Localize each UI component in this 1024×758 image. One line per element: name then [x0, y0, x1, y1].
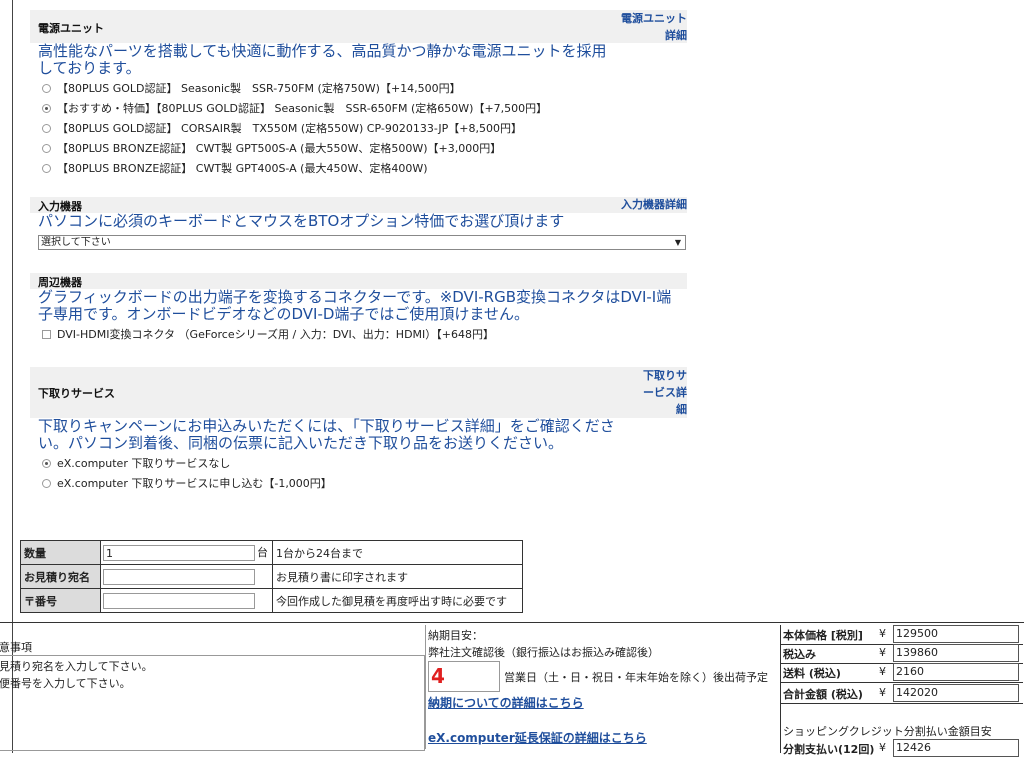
- tradein-heading: 下取りサービス: [38, 387, 115, 400]
- yen-sign: ¥: [879, 627, 886, 640]
- power-detail-link[interactable]: 電源ユニット 詳細: [621, 10, 687, 44]
- input-detail-link[interactable]: 入力機器詳細: [621, 196, 687, 213]
- radio-button[interactable]: [42, 479, 51, 488]
- delivery-days: 4: [428, 661, 500, 692]
- tradein-section: 下取りサービス 下取りサ ービス詳 細 下取りキャンペーンにお申込みいただくには…: [30, 367, 687, 494]
- total-label: 合計金額 (税込): [783, 688, 863, 701]
- power-header: 電源ユニット 電源ユニット 詳細: [30, 10, 687, 43]
- postal-note: 今回作成した御見積を再度呼出す時に必要です: [272, 588, 523, 613]
- price-row-tax: 税込み ¥ 139860: [781, 644, 1023, 664]
- power-option-label: 【80PLUS BRONZE認証】 CWT製 GPT400S-A (最大450W…: [57, 162, 428, 175]
- yen-sign: ¥: [879, 686, 886, 699]
- radio-button[interactable]: [42, 84, 51, 93]
- power-option[interactable]: 【80PLUS GOLD認証】 Seasonic製 SSR-750FM (定格7…: [30, 79, 687, 99]
- tradein-option-label: eX.computer 下取りサービスなし: [57, 457, 231, 470]
- installment-value: 12426: [893, 739, 1019, 757]
- peripheral-option[interactable]: DVI-HDMI変換コネクタ （GeForceシリーズ用 / 入力：DVI、出力…: [30, 325, 687, 345]
- delivery-detail-link[interactable]: 納期についての詳細はこちら: [428, 694, 584, 711]
- postal-label: 〒番号: [20, 588, 101, 613]
- input-heading: 入力機器: [38, 200, 82, 213]
- delivery-label: 納期目安：: [428, 629, 483, 642]
- power-option-label: 【80PLUS GOLD認証】 Seasonic製 SSR-750FM (定格7…: [57, 82, 461, 95]
- delivery-condition: 弊社注文確認後（銀行振込はお振込み確認後）: [428, 646, 659, 659]
- postal-input[interactable]: [103, 592, 255, 609]
- power-section: 電源ユニット 電源ユニット 詳細 高性能なパーツを搭載しても快適に動作する、高品…: [30, 10, 687, 179]
- yen-sign: ¥: [879, 665, 886, 678]
- radio-button[interactable]: [42, 124, 51, 133]
- warranty-detail-link[interactable]: eX.computer延長保証の詳細はこちら: [428, 729, 647, 746]
- price-row-total: 合計金額 (税込) ¥ 142020: [781, 684, 1023, 704]
- notes-title: 注意事項: [0, 641, 32, 654]
- credit-label: ショッピングクレジット分割払い金額目安: [783, 725, 992, 738]
- peripheral-options: DVI-HDMI変換コネクタ （GeForceシリーズ用 / 入力：DVI、出力…: [30, 325, 687, 345]
- input-description: パソコンに必須のキーボードとマウスをBTOオプション特価でお選び頂けます: [38, 212, 565, 230]
- tradein-header: 下取りサービス 下取りサ ービス詳 細: [30, 367, 687, 418]
- quantity-input[interactable]: 1: [103, 545, 255, 561]
- power-option[interactable]: 【おすすめ・特価】【80PLUS GOLD認証】 Seasonic製 SSR-6…: [30, 99, 687, 119]
- tax-value: 139860: [893, 644, 1019, 662]
- quote-row-postal: 〒番号 今回作成した御見積を再度呼出す時に必要です: [20, 588, 523, 613]
- radio-button[interactable]: [42, 164, 51, 173]
- power-option[interactable]: 【80PLUS GOLD認証】 CORSAIR製 TX550M (定格550W)…: [30, 119, 687, 139]
- notes-textarea[interactable]: お見積り宛名を入力して下さい。 郵便番号を入力して下さい。: [0, 655, 425, 751]
- tradein-option[interactable]: eX.computer 下取りサービスに申し込む【-1,000円】: [30, 474, 687, 494]
- input-select-value: 選択して下さい: [41, 237, 111, 248]
- quantity-unit: 台: [257, 546, 268, 559]
- power-option[interactable]: 【80PLUS BRONZE認証】 CWT製 GPT500S-A (最大550W…: [30, 139, 687, 159]
- addressee-input[interactable]: [103, 568, 255, 585]
- input-device-select[interactable]: 選択して下さい ▼: [38, 235, 686, 250]
- yen-sign: ¥: [879, 646, 886, 659]
- addressee-label: お見積り宛名: [20, 564, 101, 589]
- peripheral-description: グラフィックボードの出力端子を変換するコネクターです。※DVI-RGB変換コネク…: [38, 288, 672, 323]
- yen-sign: ¥: [879, 741, 886, 754]
- installment-label: 分割支払い(12回): [783, 743, 875, 756]
- quote-table: 数量 1台 1台から24台まで お見積り宛名 お見積り書に印字されます 〒番号 …: [20, 540, 523, 613]
- power-heading: 電源ユニット: [38, 22, 104, 35]
- peripheral-option-label: DVI-HDMI変換コネクタ （GeForceシリーズ用 / 入力：DVI、出力…: [57, 328, 494, 341]
- input-header: 入力機器 入力機器詳細: [30, 197, 687, 213]
- chevron-down-icon: ▼: [674, 238, 681, 247]
- power-description: 高性能なパーツを搭載しても快適に動作する、高品質かつ静かな電源ユニットを採用して…: [38, 42, 607, 77]
- input-section: 入力機器 入力機器詳細 パソコンに必須のキーボードとマウスをBTOオプション特価…: [30, 197, 687, 230]
- delivery-panel: 納期目安： 弊社注文確認後（銀行振込はお振込み確認後） 4 営業日（土・日・祝日…: [428, 625, 780, 753]
- quote-row-quantity: 数量 1台 1台から24台まで: [20, 540, 523, 565]
- price-row-base: 本体価格 [税別] ¥ 129500: [781, 625, 1023, 645]
- total-value: 142020: [893, 684, 1019, 702]
- tradein-options: eX.computer 下取りサービスなし eX.computer 下取りサービス…: [30, 454, 687, 494]
- price-row-installment: 分割支払い(12回) ¥ 12426: [781, 739, 1023, 758]
- tax-label: 税込み: [783, 648, 816, 661]
- quantity-label: 数量: [20, 540, 101, 565]
- base-price-label: 本体価格 [税別]: [783, 629, 863, 642]
- peripheral-heading: 周辺機器: [38, 276, 82, 289]
- notes-panel: 注意事項 お見積り宛名を入力して下さい。 郵便番号を入力して下さい。: [0, 625, 426, 751]
- shipping-label: 送料 (税込): [783, 667, 841, 680]
- tradein-option-label: eX.computer 下取りサービスに申し込む【-1,000円】: [57, 477, 332, 490]
- base-price-value: 129500: [893, 625, 1019, 643]
- quantity-note: 1台から24台まで: [272, 540, 523, 565]
- radio-button[interactable]: [42, 459, 51, 468]
- power-option-label: 【おすすめ・特価】【80PLUS GOLD認証】 Seasonic製 SSR-6…: [57, 102, 548, 115]
- price-row-shipping: 送料 (税込) ¥ 2160: [781, 663, 1023, 683]
- tradein-detail-link[interactable]: 下取りサ ービス詳 細: [643, 367, 687, 418]
- notes-line: お見積り宛名を入力して下さい。: [0, 660, 153, 673]
- addressee-note: お見積り書に印字されます: [272, 564, 523, 589]
- price-panel: 本体価格 [税別] ¥ 129500 税込み ¥ 139860 送料 (税込) …: [780, 625, 1024, 757]
- power-options: 【80PLUS GOLD認証】 Seasonic製 SSR-750FM (定格7…: [30, 79, 687, 179]
- delivery-days-suffix: 営業日（土・日・祝日・年末年始を除く）後出荷予定: [504, 671, 768, 684]
- radio-button[interactable]: [42, 104, 51, 113]
- checkbox[interactable]: [42, 330, 51, 339]
- notes-line: 郵便番号を入力して下さい。: [0, 677, 131, 690]
- power-option[interactable]: 【80PLUS BRONZE認証】 CWT製 GPT400S-A (最大450W…: [30, 159, 687, 179]
- quote-row-addressee: お見積り宛名 お見積り書に印字されます: [20, 564, 523, 589]
- peripheral-header: 周辺機器: [30, 273, 687, 289]
- shipping-value: 2160: [893, 663, 1019, 681]
- power-option-label: 【80PLUS GOLD認証】 CORSAIR製 TX550M (定格550W)…: [57, 122, 522, 135]
- radio-button[interactable]: [42, 144, 51, 153]
- tradein-option[interactable]: eX.computer 下取りサービスなし: [30, 454, 687, 474]
- power-option-label: 【80PLUS BRONZE認証】 CWT製 GPT500S-A (最大550W…: [57, 142, 502, 155]
- peripheral-section: 周辺機器 グラフィックボードの出力端子を変換するコネクターです。※DVI-RGB…: [30, 273, 687, 345]
- tradein-description: 下取りキャンペーンにお申込みいただくには、「下取りサービス詳細」をご確認ください…: [38, 417, 615, 452]
